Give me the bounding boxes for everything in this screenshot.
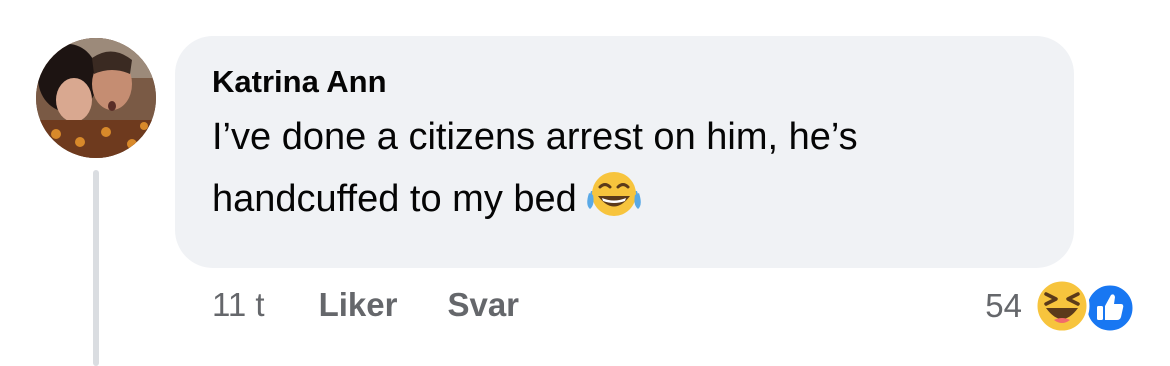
reply-button[interactable]: Svar xyxy=(447,286,519,324)
like-reaction-icon xyxy=(1084,282,1136,334)
avatar[interactable] xyxy=(36,38,156,158)
comment-bubble: Katrina Ann I’ve done a citizens arrest … xyxy=(175,36,1074,268)
comment-text: I’ve done a citizens arrest on him, he’s… xyxy=(212,116,858,220)
face-with-tears-of-joy-icon xyxy=(585,169,643,219)
like-button[interactable]: Liker xyxy=(319,286,398,324)
reactions-summary[interactable]: 54 xyxy=(985,278,1140,334)
comment-body: I’ve done a citizens arrest on him, he’s… xyxy=(212,106,1040,230)
reaction-count: 54 xyxy=(985,287,1022,324)
haha-reaction-icon xyxy=(1034,278,1090,334)
comment-timestamp[interactable]: 11 t xyxy=(212,286,265,324)
thread-line xyxy=(93,170,99,366)
reaction-icons xyxy=(1034,278,1140,334)
comment-author[interactable]: Katrina Ann xyxy=(212,62,1040,102)
comment-actions: 11 t Liker Svar xyxy=(212,280,519,330)
